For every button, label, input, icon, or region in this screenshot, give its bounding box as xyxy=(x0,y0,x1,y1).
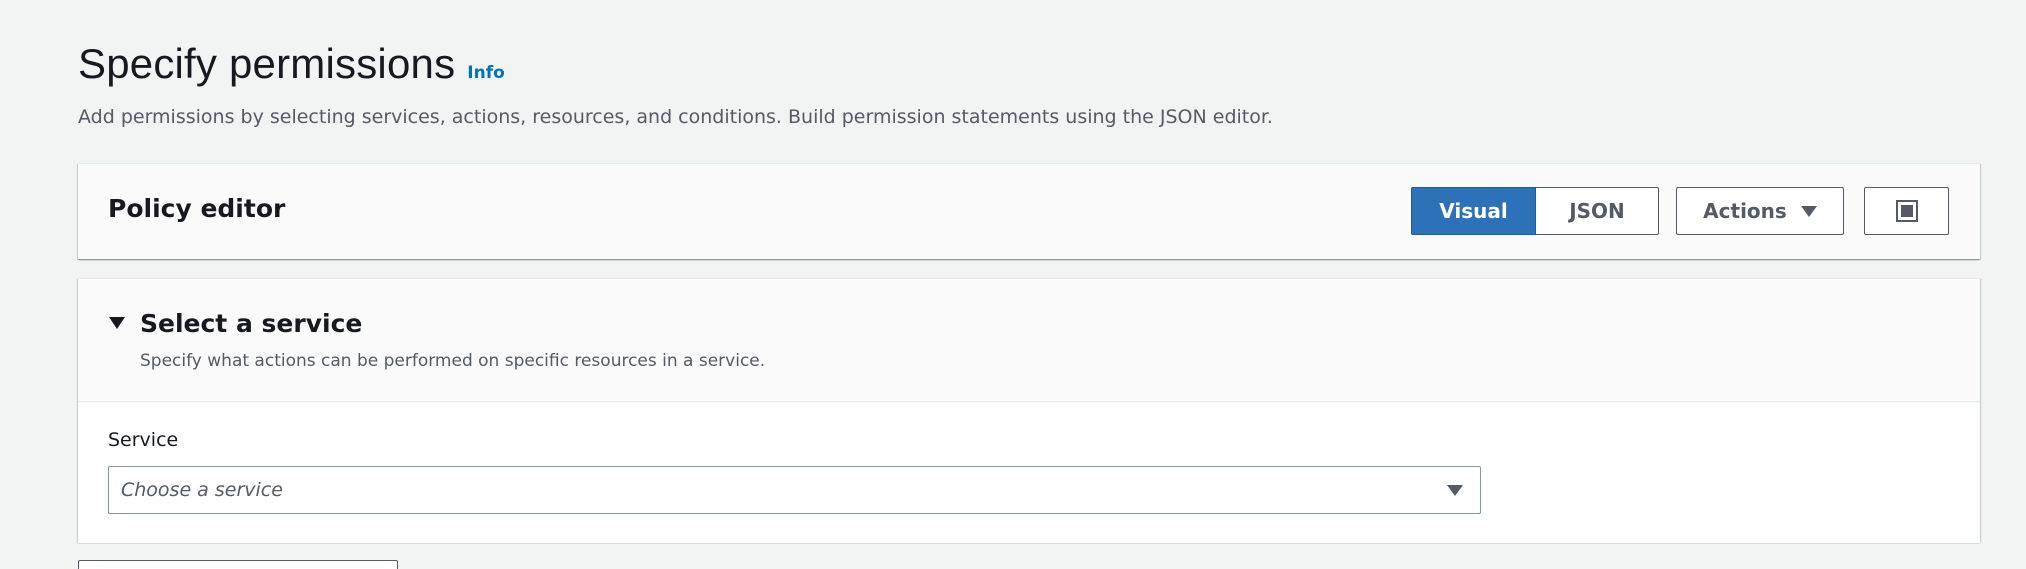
expand-triangle-icon[interactable] xyxy=(109,317,125,329)
service-field-label: Service xyxy=(108,429,179,451)
fullscreen-button[interactable] xyxy=(1864,187,1949,235)
visual-tab-button[interactable]: Visual xyxy=(1411,187,1536,235)
policy-editor-title: Policy editor xyxy=(108,194,286,223)
page: Specify permissions Info Add permissions… xyxy=(0,0,2026,569)
caret-down-icon xyxy=(1447,485,1463,496)
json-tab-button[interactable]: JSON xyxy=(1536,187,1659,235)
select-service-title[interactable]: Select a service xyxy=(140,309,362,338)
page-title: Specify permissions xyxy=(78,40,456,87)
editor-mode-toggle: Visual JSON xyxy=(1411,187,1659,235)
fullscreen-icon xyxy=(1895,200,1918,222)
policy-editor-panel: Policy editor Visual JSON Actions xyxy=(78,163,1980,259)
select-service-description: Specify what actions can be performed on… xyxy=(140,351,766,371)
info-link[interactable]: Info xyxy=(467,63,505,83)
select-service-panel: Select a service Specify what actions ca… xyxy=(78,278,1980,543)
service-select-placeholder: Choose a service xyxy=(121,479,283,501)
select-service-body: Service Choose a service xyxy=(78,403,1980,543)
select-service-header[interactable]: Select a service Specify what actions ca… xyxy=(78,279,1980,402)
title-row: Specify permissions Info xyxy=(78,40,1273,88)
page-header: Specify permissions Info Add permissions… xyxy=(78,40,1273,128)
actions-dropdown-button[interactable]: Actions xyxy=(1676,187,1844,235)
add-more-permissions-button[interactable] xyxy=(78,560,398,569)
actions-label: Actions xyxy=(1703,199,1787,223)
service-select[interactable]: Choose a service xyxy=(108,466,1481,514)
page-description: Add permissions by selecting services, a… xyxy=(78,106,1273,128)
caret-down-icon xyxy=(1800,205,1817,217)
